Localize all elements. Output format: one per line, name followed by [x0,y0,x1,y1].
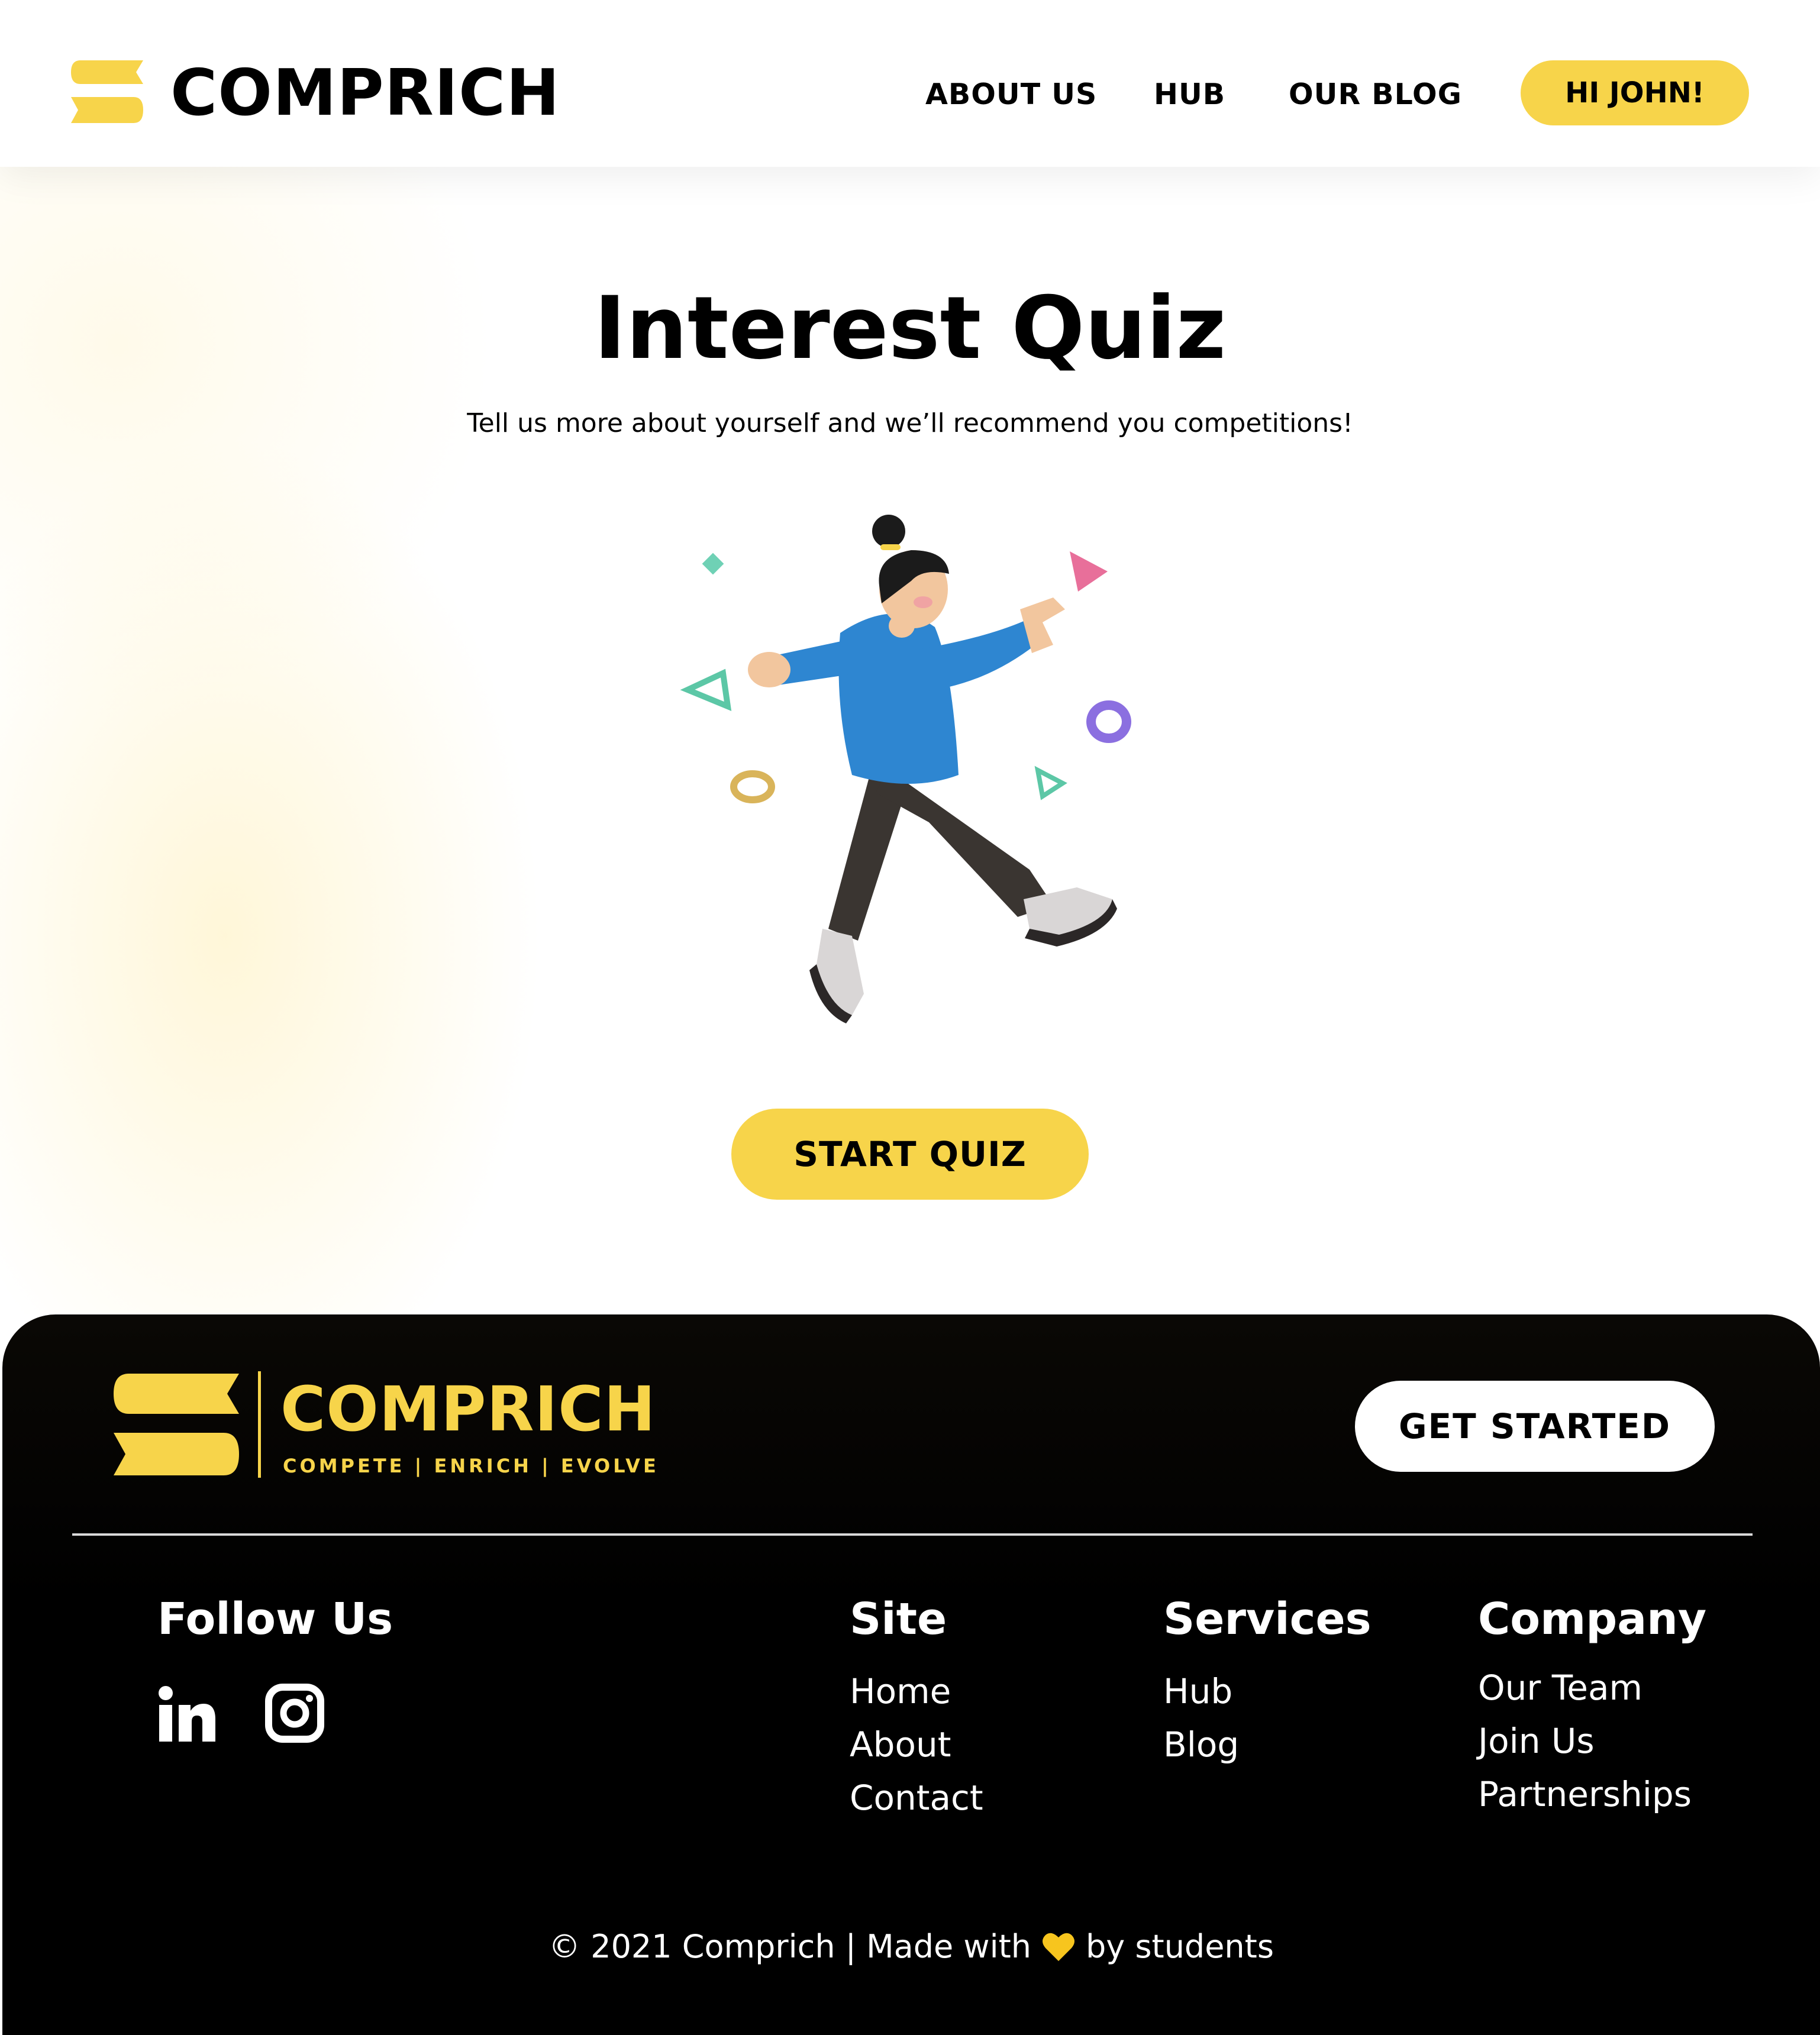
confetti-triangle-small [1034,765,1067,800]
confetti-triangle-teal [680,668,732,711]
site-links: Home About Contact [850,1665,983,1824]
footer-brand-name: COMPRICH [280,1373,656,1445]
user-greeting-button[interactable]: HI JOHN! [1521,60,1749,125]
running-person-illustration [680,515,1131,1023]
footer-link-about[interactable]: About [850,1718,983,1771]
page-title: Interest Quiz [593,278,1227,379]
footer-link-blog[interactable]: Blog [1163,1718,1239,1771]
hair-bun [872,515,905,548]
services-heading: Services [1163,1594,1372,1645]
sweater [838,613,959,784]
get-started-button[interactable]: GET STARTED [1355,1381,1715,1472]
cheek [914,596,932,608]
instagram-icon[interactable] [265,1684,324,1743]
copyright-text-right: by students [1085,1928,1274,1965]
nav-our-blog[interactable]: OUR BLOG [1289,77,1462,112]
confetti-ring-purple [1086,700,1131,743]
comprich-logo-icon[interactable] [70,59,144,124]
footer-tagline: COMPETE | ENRICH | EVOLVE [283,1455,659,1477]
start-quiz-button[interactable]: START QUIZ [731,1109,1089,1200]
footer-link-hub[interactable]: Hub [1163,1665,1239,1718]
footer-logo-divider [258,1371,261,1478]
copyright-text-left: © 2021 Comprich | Made with [548,1928,1031,1965]
confetti-diamond [702,553,724,575]
footer-link-home[interactable]: Home [850,1665,983,1718]
leg-front [876,769,1053,917]
linkedin-icon[interactable] [157,1685,217,1744]
company-links: Our Team Join Us Partnerships [1478,1661,1692,1821]
confetti-ring-gold [730,770,775,803]
footer-link-join-us[interactable]: Join Us [1478,1714,1692,1768]
yellow-heart-icon [1042,1933,1074,1961]
site-footer: COMPRICH COMPETE | ENRICH | EVOLVE GET S… [2,1314,1820,2035]
footer-link-partnerships[interactable]: Partnerships [1478,1768,1692,1821]
copyright: © 2021 Comprich | Made with by students [2,1926,1820,1968]
brand-name[interactable]: COMPRICH [170,56,560,130]
footer-link-our-team[interactable]: Our Team [1478,1661,1692,1714]
nav-hub[interactable]: HUB [1154,77,1225,112]
page-subtitle: Tell us more about yourself and we’ll re… [467,408,1353,438]
follow-us-heading: Follow Us [157,1594,393,1645]
footer-link-contact[interactable]: Contact [850,1771,983,1824]
hand-back [748,652,790,687]
hair-tie [880,544,901,550]
company-heading: Company [1478,1594,1707,1645]
nav-about-us[interactable]: ABOUT US [925,77,1097,112]
confetti-triangle-pink [1070,551,1108,592]
footer-logo-icon[interactable] [111,1371,241,1478]
site-heading: Site [850,1594,947,1645]
footer-divider [72,1533,1753,1536]
services-links: Hub Blog [1163,1665,1239,1771]
site-header: COMPRICH ABOUT US HUB OUR BLOG HI JOHN! [0,0,1820,167]
